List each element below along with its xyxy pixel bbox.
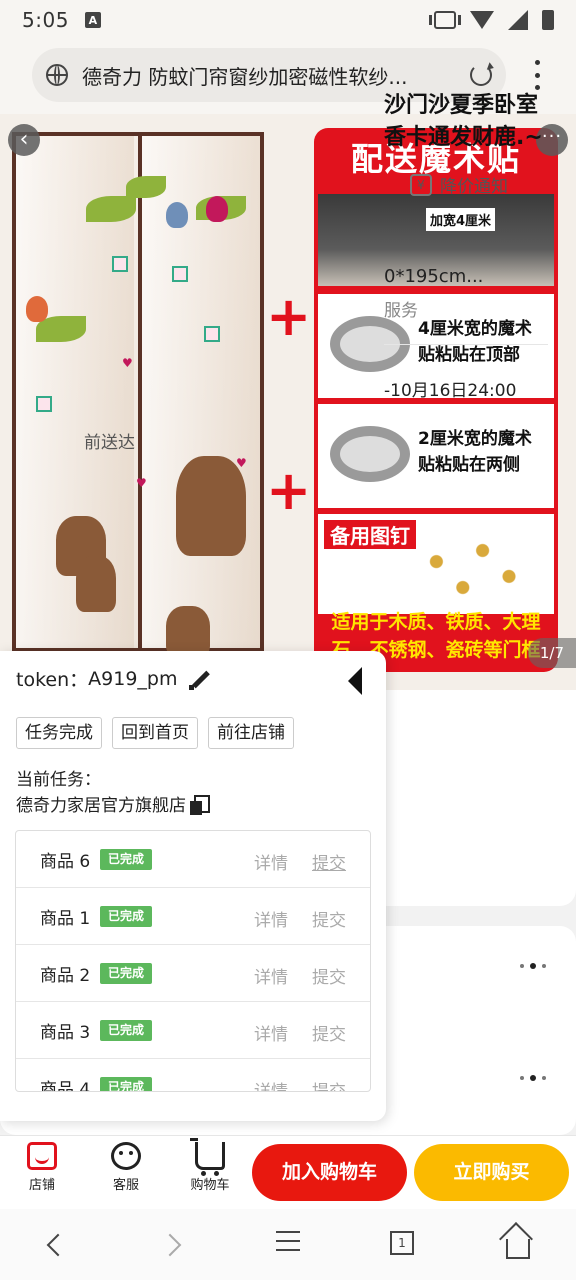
tabs-icon[interactable]: 1 — [390, 1231, 414, 1255]
shop-button[interactable]: 店铺 — [12, 1142, 72, 1193]
submit-link[interactable]: 提交 — [312, 849, 346, 874]
detail-link[interactable]: 详情 — [254, 849, 288, 874]
system-navigation-bar: 1 — [0, 1209, 576, 1280]
vibrate-icon — [429, 11, 461, 29]
go-to-shop-button[interactable]: 前往店铺 — [208, 717, 294, 749]
task-name: 商品 2 — [40, 965, 91, 986]
delivery-time: -10月16日24:00 — [384, 381, 517, 401]
task-row: 商品 3 已完成 详情 提交 — [16, 1002, 370, 1059]
task-panel: token： A919_pm 任务完成 回到首页 前往店铺 当前任务： 德奇力家… — [0, 651, 386, 1121]
task-name: 商品 6 — [40, 851, 91, 872]
delivery-more-icon[interactable] — [520, 1075, 546, 1081]
edit-icon[interactable] — [189, 668, 211, 690]
current-task-label: 当前任务： — [16, 770, 101, 790]
task-name: 商品 3 — [40, 1022, 91, 1043]
photo-label: 加宽4厘米 — [426, 208, 496, 231]
status-bar: 5:05 A — [0, 0, 576, 40]
spec-selector[interactable]: 0*195cm... — [384, 266, 483, 287]
spare-nails-card: 备用图钉 — [318, 514, 554, 614]
back-icon[interactable] — [46, 1233, 70, 1257]
cart-button[interactable]: 购物车 — [180, 1138, 240, 1193]
velcro-2cm-card: 2厘米宽的魔术贴粘贴在两侧 — [318, 404, 554, 508]
reload-icon[interactable] — [470, 64, 492, 86]
forward-icon[interactable] — [158, 1233, 182, 1257]
task-row: 商品 6 已完成 详情 提交 — [16, 831, 370, 888]
more-options-icon[interactable] — [534, 60, 540, 90]
page-title[interactable]: 德奇力 防蚊门帘窗纱加密磁性软纱... — [82, 61, 452, 90]
task-complete-button[interactable]: 任务完成 — [16, 717, 102, 749]
task-row: 商品 2 已完成 详情 提交 — [16, 945, 370, 1002]
home-icon[interactable] — [506, 1239, 530, 1259]
task-name: 商品 1 — [40, 908, 91, 929]
globe-icon — [46, 64, 68, 86]
current-task-row: 德奇力家居官方旗舰店 — [16, 791, 210, 816]
bottom-action-bar: 店铺 客服 购物车 加入购物车 立即购买 — [0, 1135, 576, 1209]
detail-link[interactable]: 详情 — [254, 1077, 288, 1091]
token-label: token： — [16, 669, 89, 691]
curtain-door-illustration: ♥ ♥ ♥ — [12, 132, 264, 656]
battery-icon — [542, 10, 554, 30]
task-row: 商品 1 已完成 详情 提交 — [16, 888, 370, 945]
plus-icon: + — [266, 459, 312, 522]
token-value: A919_pm — [88, 667, 178, 690]
status-badge: 已完成 — [100, 848, 153, 870]
task-row: 商品 4 已完成 详情 提交 — [16, 1059, 370, 1092]
divider — [384, 344, 548, 345]
status-time: 5:05 — [22, 8, 69, 32]
status-badge: 已完成 — [100, 962, 153, 984]
image-counter: 1/7 — [527, 638, 576, 668]
copy-icon[interactable] — [190, 794, 210, 815]
spec-more-icon[interactable] — [520, 963, 546, 969]
detail-link[interactable]: 详情 — [254, 1020, 288, 1045]
task-list[interactable]: 商品 6 已完成 详情 提交 商品 1 已完成 详情 提交 商品 2 已完成 详… — [15, 830, 371, 1092]
customer-service-icon — [111, 1142, 141, 1170]
submit-link[interactable]: 提交 — [312, 1020, 346, 1045]
carousel-prev-button[interactable]: ‹ — [8, 124, 40, 156]
token-row: token： A919_pm — [16, 665, 211, 692]
status-badge: 已完成 — [100, 1019, 153, 1041]
status-badge: 已完成 — [100, 905, 153, 927]
service-label: 服务 — [384, 301, 418, 321]
delivery-note: 前送达 — [84, 433, 135, 453]
service-button[interactable]: 客服 — [96, 1142, 156, 1193]
status-badge: 已完成 — [100, 1076, 153, 1091]
collapse-panel-icon[interactable] — [348, 667, 362, 695]
panel-button-row: 任务完成 回到首页 前往店铺 — [16, 717, 294, 749]
menu-icon[interactable] — [276, 1231, 300, 1251]
wifi-icon — [470, 11, 494, 29]
buy-now-button[interactable]: 立即购买 — [414, 1144, 569, 1201]
signal-icon — [508, 10, 528, 30]
add-to-cart-button[interactable]: 加入购物车 — [252, 1144, 407, 1201]
product-image-carousel[interactable]: ♥ ♥ ♥ + + 配送魔术贴 加宽4厘米 4厘米宽的魔术贴粘贴在顶部 2厘米宽… — [0, 114, 576, 690]
price-notify-button[interactable]: ¥ 降价通知 — [410, 172, 508, 197]
cart-icon — [190, 1138, 225, 1176]
submit-link[interactable]: 提交 — [312, 906, 346, 931]
current-task-value: 德奇力家居官方旗舰店 — [16, 796, 186, 816]
detail-link[interactable]: 详情 — [254, 906, 288, 931]
plus-icon: + — [266, 285, 312, 348]
submit-link[interactable]: 提交 — [312, 963, 346, 988]
shop-icon — [27, 1142, 57, 1170]
price-tag-icon: ¥ — [410, 173, 432, 196]
submit-link[interactable]: 提交 — [312, 1077, 346, 1091]
notification-a-icon: A — [84, 12, 101, 28]
task-name: 商品 4 — [40, 1079, 91, 1092]
detail-link[interactable]: 详情 — [254, 963, 288, 988]
product-title: 沙门沙夏季卧室 香卡通发财鹿.~ — [384, 93, 543, 150]
back-home-button[interactable]: 回到首页 — [112, 717, 198, 749]
